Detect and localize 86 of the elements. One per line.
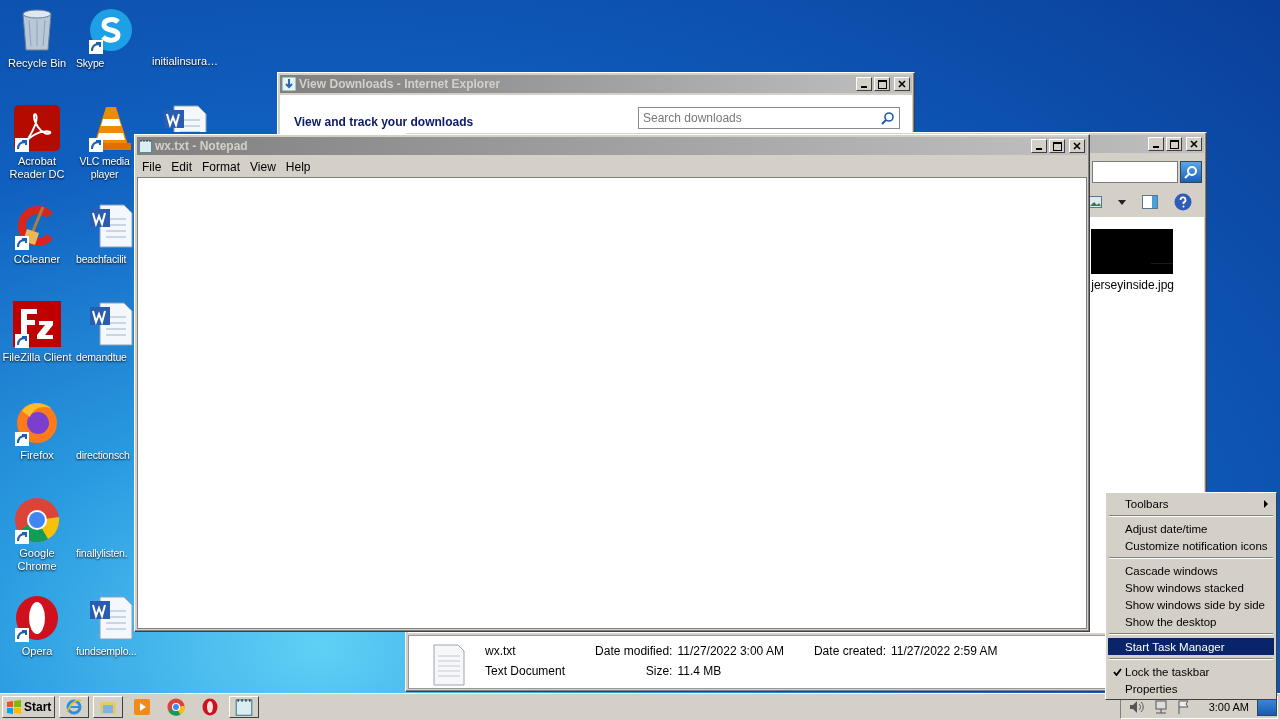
skype-icon[interactable] <box>88 7 134 53</box>
speaker-icon[interactable] <box>1128 700 1145 714</box>
window-title: wx.txt - Notepad <box>155 139 248 153</box>
property-label: Size: <box>644 664 673 678</box>
close-icon <box>1190 140 1198 148</box>
close-icon <box>1073 142 1081 150</box>
menu-item[interactable]: Properties <box>1108 680 1274 697</box>
word-document-icon[interactable] <box>88 301 134 347</box>
property-value: 11/27/2022 2:59 AM <box>891 644 998 658</box>
menu-item[interactable]: Adjust date/time <box>1108 520 1274 537</box>
taskbar-button[interactable] <box>93 696 124 718</box>
help-icon[interactable] <box>1174 193 1192 211</box>
file-name[interactable]: jerseyinside.jpg <box>1091 278 1174 292</box>
desktop-icon-label[interactable]: demandtue <box>76 351 127 364</box>
maximize-button[interactable] <box>1049 139 1065 153</box>
minimize-button[interactable] <box>1148 137 1164 151</box>
windows-logo-icon <box>6 700 22 714</box>
network-icon[interactable] <box>1152 700 1169 714</box>
minimize-button[interactable] <box>856 77 872 91</box>
opera-icon[interactable] <box>14 595 60 641</box>
maximize-button[interactable] <box>874 77 890 91</box>
property-label: Date modified: <box>595 644 673 658</box>
menu-item[interactable]: Lock the taskbar <box>1108 663 1274 680</box>
menu-item[interactable]: File <box>137 159 167 175</box>
notepad-icon <box>139 139 152 153</box>
menu-item[interactable]: Edit <box>166 159 198 175</box>
desktop-icon-label[interactable]: Acrobat Reader DC <box>1 155 73 181</box>
taskbar-button[interactable] <box>229 696 260 718</box>
menu-item[interactable]: Show the desktop <box>1108 613 1274 630</box>
file-type: Text Document <box>485 664 566 678</box>
chrome-icon <box>167 698 186 716</box>
window-title: View Downloads - Internet Explorer <box>299 77 501 91</box>
property-value: 11.4 MB <box>677 664 723 678</box>
desktop-icon-label[interactable]: Recycle Bin <box>1 57 73 70</box>
ie-icon <box>65 698 84 716</box>
desktop-icon-label[interactable]: CCleaner <box>1 253 73 266</box>
menu-item[interactable]: Start Task Manager <box>1108 638 1274 655</box>
clock[interactable]: 3:00 AM <box>1208 701 1249 713</box>
desktop-icon-label[interactable]: VLC media player <box>76 155 133 181</box>
play-icon <box>133 698 152 716</box>
close-button[interactable] <box>894 77 910 91</box>
close-button[interactable] <box>1069 139 1085 153</box>
desktop-icon-label[interactable]: initialinsura… <box>149 55 221 68</box>
folder-icon <box>99 699 118 715</box>
maximize-icon <box>1052 141 1062 151</box>
minimize-button[interactable] <box>1031 139 1047 153</box>
search-icon <box>881 112 894 125</box>
text-file-icon <box>433 644 465 686</box>
download-icon <box>282 77 296 91</box>
notepad-icon <box>235 698 254 716</box>
menu-item[interactable]: Show windows stacked <box>1108 579 1274 596</box>
menu-item[interactable]: View <box>245 159 281 175</box>
maximize-button[interactable] <box>1166 137 1182 151</box>
menu-item[interactable]: Format <box>197 159 246 175</box>
submenu-arrow-icon <box>1264 499 1268 508</box>
word-document-icon[interactable] <box>88 595 134 641</box>
pdf-reader-icon[interactable] <box>14 105 60 151</box>
close-icon <box>898 80 906 88</box>
desktop-icon-label[interactable]: FileZilla Client <box>1 351 73 364</box>
search-field[interactable] <box>1092 161 1178 183</box>
menu-item[interactable]: Cascade windows <box>1108 562 1274 579</box>
property-label: Date created: <box>813 644 886 658</box>
start-button[interactable]: Start <box>2 696 56 718</box>
chrome-icon[interactable] <box>14 497 60 543</box>
dropdown-caret-icon[interactable] <box>1118 199 1126 205</box>
page-heading: View and track your downloads <box>294 115 474 129</box>
desktop-icon-label[interactable]: beachfacilit <box>76 253 127 266</box>
menu-item[interactable]: Customize notification icons <box>1108 537 1274 554</box>
flag-icon[interactable] <box>1176 700 1191 714</box>
menu-item[interactable]: Toolbars <box>1108 495 1274 512</box>
menu-item[interactable]: Help <box>280 159 316 175</box>
taskbar-button[interactable] <box>59 696 90 718</box>
opera-icon <box>202 698 219 716</box>
property-value: 11/27/2022 3:00 AM <box>677 644 784 658</box>
file-name: wx.txt <box>485 644 517 658</box>
search-icon <box>1184 165 1198 179</box>
maximize-icon <box>1169 139 1179 149</box>
preview-pane-icon[interactable] <box>1142 195 1158 209</box>
search-button[interactable] <box>1180 161 1202 183</box>
search-field[interactable]: Search downloads <box>638 107 900 129</box>
maximize-icon <box>877 79 887 89</box>
fz-logo-icon[interactable] <box>13 301 61 347</box>
desktop-icon-label[interactable]: Skype <box>76 57 105 70</box>
word-document-icon[interactable] <box>88 203 134 249</box>
close-button[interactable] <box>1186 137 1202 151</box>
menu-item[interactable]: Show windows side by side <box>1108 596 1274 613</box>
